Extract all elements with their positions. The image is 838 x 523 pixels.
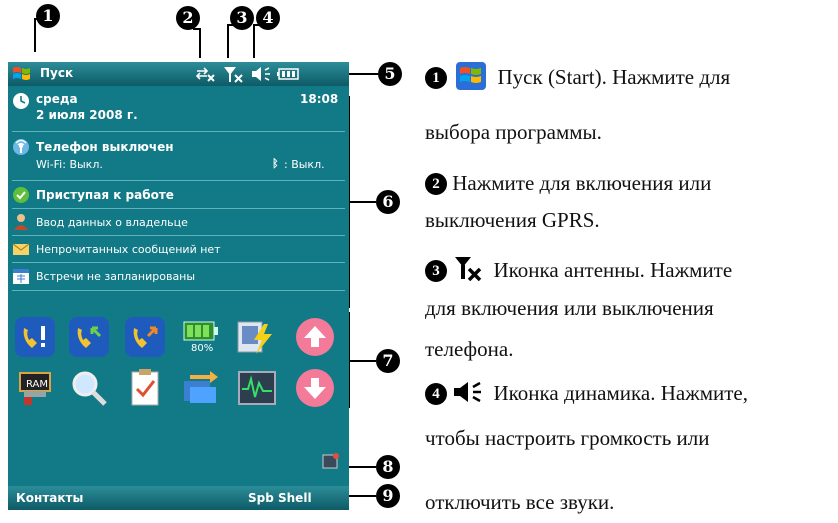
scroll-up-arrow-icon[interactable] [294, 316, 336, 358]
description-4-line-1: 4 Иконка динамика. Нажмите, [425, 380, 748, 406]
leader-line-8 [348, 466, 376, 468]
leader-line-4b [253, 24, 259, 26]
leader-line-2 [199, 28, 201, 58]
today-item-label: Непрочитанных сообщений нет [36, 243, 221, 256]
bluetooth-icon: ᛒ [272, 157, 279, 170]
today-item-label: Ввод данных о владельце [36, 216, 188, 229]
callout-3: 3 [230, 6, 254, 30]
description-4-line-3: отключить все звуки. [425, 490, 615, 514]
start-label[interactable]: Пуск [40, 66, 73, 80]
callout-4: 4 [256, 6, 280, 30]
clock-icon [12, 92, 30, 110]
leader-line-3 [227, 24, 229, 58]
svg-text:RAM: RAM [26, 379, 48, 390]
leader-line-7b [348, 360, 376, 362]
divider [12, 262, 345, 263]
wireless-icon [12, 138, 30, 156]
calendar-icon [12, 267, 30, 285]
date-row[interactable]: среда 2 июля 2008 г. 18:08 [8, 88, 349, 130]
divider [12, 131, 345, 132]
phone-out-app-icon[interactable] [124, 316, 166, 358]
divider [12, 180, 345, 181]
wifi-status: Wi-Fi: Выкл. [36, 158, 103, 171]
leader-line-1 [34, 18, 36, 52]
softkey-bar: Контакты Spb Shell [8, 486, 349, 510]
today-item-owner[interactable]: Ввод данных о владельце [8, 210, 349, 234]
today-item-label: Приступая к работе [36, 188, 174, 202]
phone-status-title: Телефон выключен [36, 140, 174, 154]
power-settings-app-icon[interactable] [234, 316, 276, 358]
gprs-icon[interactable] [194, 65, 216, 83]
leader-line-6b [348, 201, 376, 203]
callout-8: 8 [376, 455, 400, 479]
leader-line-1b [34, 18, 40, 20]
ram-booster-app-icon[interactable]: RAM [14, 367, 56, 409]
search-app-icon[interactable] [68, 367, 110, 409]
today-item-getting-started[interactable]: Приступая к работе [8, 183, 349, 207]
description-3-line-3: телефона. [425, 337, 514, 361]
description-1-line-1: 1 Пуск (Start). Нажмите для [425, 62, 730, 90]
description-3-line-1: 3 Иконка антенны. Нажмите [425, 255, 732, 283]
start-flag-icon [456, 62, 487, 90]
contacts-softkey[interactable]: Контакты [16, 491, 83, 505]
callout-9: 9 [376, 484, 400, 508]
spb-shell-softkey[interactable]: Spb Shell [248, 491, 312, 505]
description-number: 1 [425, 67, 447, 89]
description-3-line-2: для включения или выключения [425, 296, 714, 320]
callout-5: 5 [378, 62, 402, 86]
bluetooth-status: : Выкл. [284, 158, 325, 171]
divider [12, 235, 345, 236]
phone-alert-app-icon[interactable] [14, 316, 56, 358]
notification-icon[interactable] [322, 452, 340, 470]
description-2-line-2: выключения GPRS. [425, 208, 600, 232]
scroll-down-arrow-icon[interactable] [294, 367, 336, 409]
antenna-icon [455, 257, 482, 282]
description-4-line-2: чтобы настроить громкость или [425, 426, 710, 450]
description-1-line-2: выбора программы. [425, 120, 602, 144]
description-text: Иконка динамика. Нажмите, [493, 381, 748, 405]
pda-screen: Пуск среда 2 июля 2008 г. 18:08 Телефон … [8, 62, 349, 510]
leader-line-3b [227, 24, 233, 26]
battery-icon[interactable] [276, 65, 302, 83]
tasks-app-icon[interactable] [124, 367, 166, 409]
today-item-label: Встречи не запланированы [36, 270, 196, 283]
antenna-icon[interactable] [222, 65, 244, 83]
description-number: 3 [425, 260, 447, 282]
navigation-bar: Пуск [8, 62, 349, 86]
speaker-icon[interactable] [250, 65, 272, 83]
description-text: Пуск (Start). Нажмите для [497, 65, 731, 89]
callout-1: 1 [36, 4, 60, 28]
description-number: 4 [425, 383, 447, 405]
description-2-line-1: 2 Нажмите для включения или [425, 171, 711, 196]
getting-started-icon [12, 186, 30, 204]
battery-percent: 80% [191, 343, 214, 354]
today-item-calendar[interactable]: Встречи не запланированы [8, 264, 349, 288]
full-date: 2 июля 2008 г. [36, 108, 138, 122]
divider [12, 208, 345, 209]
clock-time: 18:08 [300, 92, 339, 106]
leader-line-2b [193, 28, 201, 30]
description-text: Нажмите для включения или [452, 171, 712, 195]
task-manager-app-icon[interactable] [236, 367, 278, 409]
callout-6: 6 [376, 190, 400, 214]
phone-in-app-icon[interactable] [68, 316, 110, 358]
sync-app-icon[interactable] [180, 367, 222, 409]
battery-app-icon[interactable]: 80% [180, 316, 222, 358]
today-item-messages[interactable]: Непрочитанных сообщений нет [8, 237, 349, 261]
leader-line-4 [253, 24, 255, 58]
phone-status-row[interactable]: Телефон выключен Wi-Fi: Выкл. ᛒ : Выкл. [8, 134, 349, 178]
callout-2: 2 [176, 6, 200, 30]
messages-icon [12, 240, 30, 258]
start-flag-icon[interactable] [12, 65, 32, 83]
owner-icon [12, 213, 30, 231]
divider [12, 290, 345, 291]
description-text: Иконка антенны. Нажмите [493, 258, 733, 282]
speaker-icon [454, 381, 482, 403]
description-number: 2 [425, 173, 447, 195]
callout-7: 7 [376, 349, 400, 373]
day-of-week: среда [36, 92, 78, 106]
